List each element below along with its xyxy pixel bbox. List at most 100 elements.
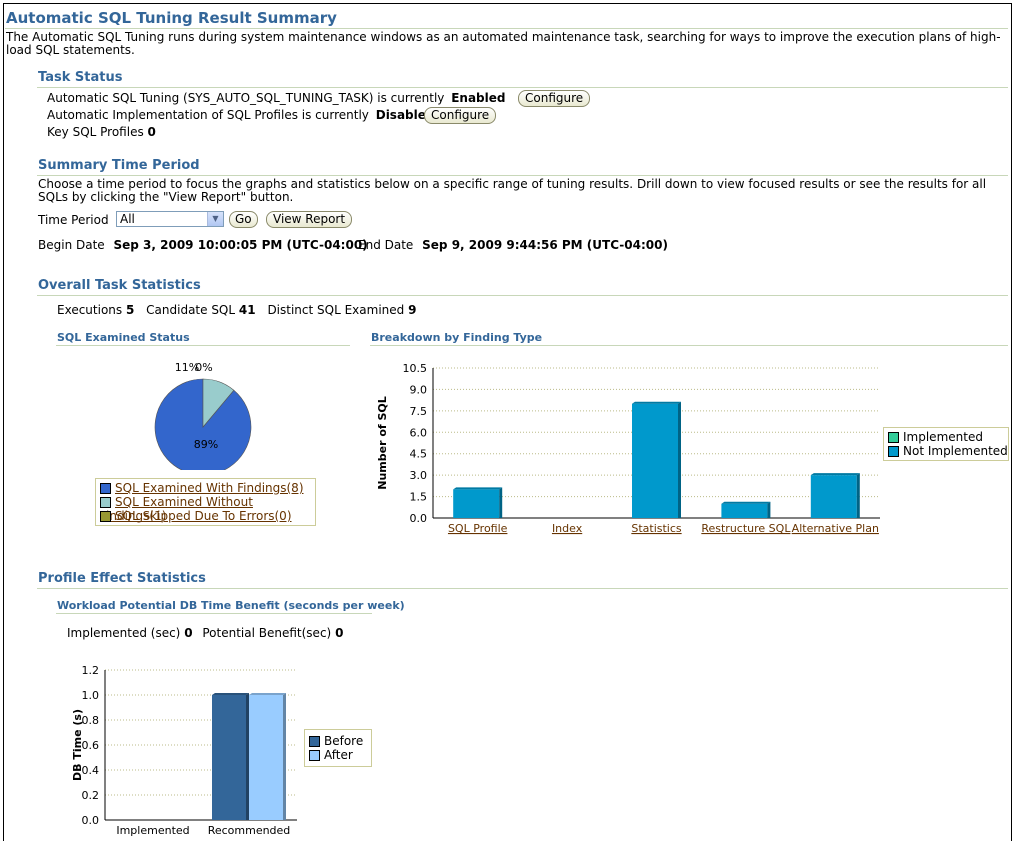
- pie-legend-item-findings[interactable]: SQL Examined With Findings(8): [100, 481, 304, 495]
- bar-top-0-1: [212, 693, 249, 695]
- configure-auto-impl-button[interactable]: Configure: [424, 107, 497, 124]
- pie-legend-link-skipped[interactable]: SQL Skipped Due To Errors(0): [115, 509, 292, 523]
- y-tick-label-2: 3.0: [410, 469, 428, 482]
- breakdown-title: Breakdown by Finding Type: [371, 331, 543, 344]
- pie-slice-label-2: 0%: [195, 361, 212, 374]
- begin-date-value: Sep 3, 2009 10:00:05 PM (UTC-04:00): [113, 238, 368, 252]
- chevron-down-icon[interactable]: ▼: [207, 212, 223, 226]
- time-period-select[interactable]: All ▼: [116, 211, 224, 227]
- y-tick-label-0: 0.0: [410, 512, 428, 525]
- sql-examined-status-pie-chart: 89%11%0%: [154, 361, 252, 470]
- x-tick-label-3[interactable]: Restructure SQL: [701, 522, 791, 535]
- profile-effect-divider: [37, 588, 1008, 589]
- examined-status-divider: [56, 345, 350, 346]
- profile-effect-heading: Profile Effect Statistics: [38, 571, 206, 586]
- breakdown-legend-swatch-not-implemented: [888, 446, 899, 457]
- workload-divider: [56, 613, 372, 614]
- pie-legend: SQL Examined With Findings(8) SQL Examin…: [95, 478, 316, 526]
- begin-date-label: Begin Date: [38, 238, 105, 252]
- db-time-legend: Before After: [304, 729, 372, 767]
- db-time-legend-item-after: After: [309, 748, 353, 762]
- y-tick-label-0: 0.0: [82, 814, 100, 827]
- x-tick-label-0[interactable]: SQL Profile: [448, 522, 508, 535]
- breakdown-bar-chart: 0.0 1.5 3.0 4.5 6.0 7.5 9.0 10.5 Number of SQL SQ…: [376, 362, 880, 535]
- pie-legend-item-skipped[interactable]: SQL Skipped Due To Errors(0): [100, 509, 292, 523]
- db-time-legend-label-after: After: [324, 748, 353, 762]
- db-time-bar-chart: 0.0 0.2 0.4 0.6 0.8 1.0 1.2 DB Time (s) Implemen…: [71, 664, 297, 837]
- db-time-legend-item-before: Before: [309, 734, 363, 748]
- key-sql-profiles-label: Key SQL Profiles: [47, 125, 144, 139]
- breakdown-divider: [370, 345, 1008, 346]
- bar-0-1: [212, 695, 246, 820]
- x-tick-label-0: Implemented: [116, 824, 189, 837]
- configure-auto-tuning-button[interactable]: Configure: [518, 90, 591, 107]
- potential-benefit-label: Potential Benefit(sec): [202, 626, 332, 640]
- bar-top-1-0: [453, 487, 503, 490]
- bar-side-1-1: [283, 693, 286, 820]
- summary-period-heading: Summary Time Period: [38, 158, 200, 173]
- key-sql-profiles-line: Key SQL Profiles 0: [47, 125, 156, 139]
- auto-tuning-status-line: Automatic SQL Tuning (SYS_AUTO_SQL_TUNIN…: [47, 91, 506, 105]
- candidate-sql-value: 41: [238, 303, 256, 317]
- time-period-label: Time Period: [38, 213, 109, 227]
- y-axis-title: DB Time (s): [71, 709, 84, 781]
- y-tick-label-1: 0.2: [82, 789, 100, 802]
- go-button[interactable]: Go: [229, 211, 258, 228]
- candidate-sql-label: Candidate SQL: [146, 303, 236, 317]
- title-divider: [5, 28, 1008, 29]
- bar-top-1-3: [721, 501, 771, 504]
- y-tick-label-4: 6.0: [410, 426, 428, 439]
- overall-stats-line: Executions 5 Candidate SQL 41 Distinct S…: [57, 303, 416, 317]
- auto-tuning-status-text: Automatic SQL Tuning (SYS_AUTO_SQL_TUNIN…: [47, 91, 445, 105]
- bar-side-1-3: [767, 501, 771, 518]
- y-tick-label-5: 1.0: [82, 689, 100, 702]
- key-sql-profiles-value: 0: [147, 125, 156, 139]
- breakdown-legend-swatch-implemented: [888, 432, 899, 443]
- breakdown-legend-item-implemented: Implemented: [888, 430, 983, 444]
- bar-top-1-2: [632, 401, 681, 404]
- bar-1-0: [453, 489, 500, 518]
- pie-legend-link-findings[interactable]: SQL Examined With Findings(8): [115, 481, 304, 495]
- auto-impl-status-line: Automatic Implementation of SQL Profiles…: [47, 108, 434, 122]
- time-period-value: All: [120, 212, 135, 226]
- bar-1-2: [632, 403, 678, 518]
- y-axis-title: Number of SQL: [376, 396, 389, 490]
- summary-period-description: Choose a time period to focus the graphs…: [38, 177, 987, 204]
- view-report-button[interactable]: View Report: [266, 211, 353, 228]
- y-tick-label-6: 9.0: [410, 383, 428, 396]
- db-time-legend-swatch-after: [309, 750, 320, 761]
- implemented-sec-label: Implemented (sec): [67, 626, 181, 640]
- y-tick-label-5: 7.5: [410, 405, 428, 418]
- end-date-line: End Date Sep 9, 2009 9:44:56 PM (UTC-04:…: [358, 238, 668, 252]
- bar-side-1-4: [856, 473, 860, 518]
- page-title: Automatic SQL Tuning Result Summary: [6, 9, 337, 27]
- pie-legend-swatch-findings: [100, 483, 111, 494]
- bar-1-1: [249, 695, 283, 820]
- y-tick-label-7: 10.5: [403, 362, 428, 375]
- distinct-sql-value: 9: [408, 303, 417, 317]
- executions-value: 5: [125, 303, 135, 317]
- auto-impl-status-text: Automatic Implementation of SQL Profiles…: [47, 108, 369, 122]
- auto-tuning-status-value: Enabled: [451, 91, 506, 105]
- workload-title: Workload Potential DB Time Benefit (seco…: [57, 599, 405, 612]
- examined-status-title: SQL Examined Status: [57, 331, 190, 344]
- breakdown-legend-item-not-implemented: Not Implemented: [888, 444, 1008, 458]
- begin-date-line: Begin Date Sep 3, 2009 10:00:05 PM (UTC-…: [38, 238, 368, 252]
- page-description: The Automatic SQL Tuning runs during sys…: [6, 30, 1001, 57]
- y-tick-label-3: 4.5: [410, 448, 428, 461]
- bar-side-1-0: [499, 487, 503, 518]
- x-tick-label-1: Recommended: [208, 824, 291, 837]
- y-tick-label-6: 1.2: [82, 664, 100, 677]
- x-tick-label-1[interactable]: Index: [552, 522, 583, 535]
- summary-period-divider: [37, 175, 1008, 176]
- x-tick-label-2[interactable]: Statistics: [631, 522, 682, 535]
- implemented-sec-value: 0: [184, 626, 193, 640]
- pie-slice-label-0: 89%: [194, 438, 218, 451]
- end-date-value: Sep 9, 2009 9:44:56 PM (UTC-04:00): [422, 238, 668, 252]
- x-tick-label-4[interactable]: Alternative Plan: [792, 522, 879, 535]
- task-status-heading: Task Status: [38, 70, 123, 85]
- end-date-label: End Date: [358, 238, 414, 252]
- breakdown-legend-label-not-implemented: Not Implemented: [903, 444, 1008, 458]
- y-tick-label-2: 0.4: [82, 764, 100, 777]
- db-time-legend-label-before: Before: [324, 734, 364, 748]
